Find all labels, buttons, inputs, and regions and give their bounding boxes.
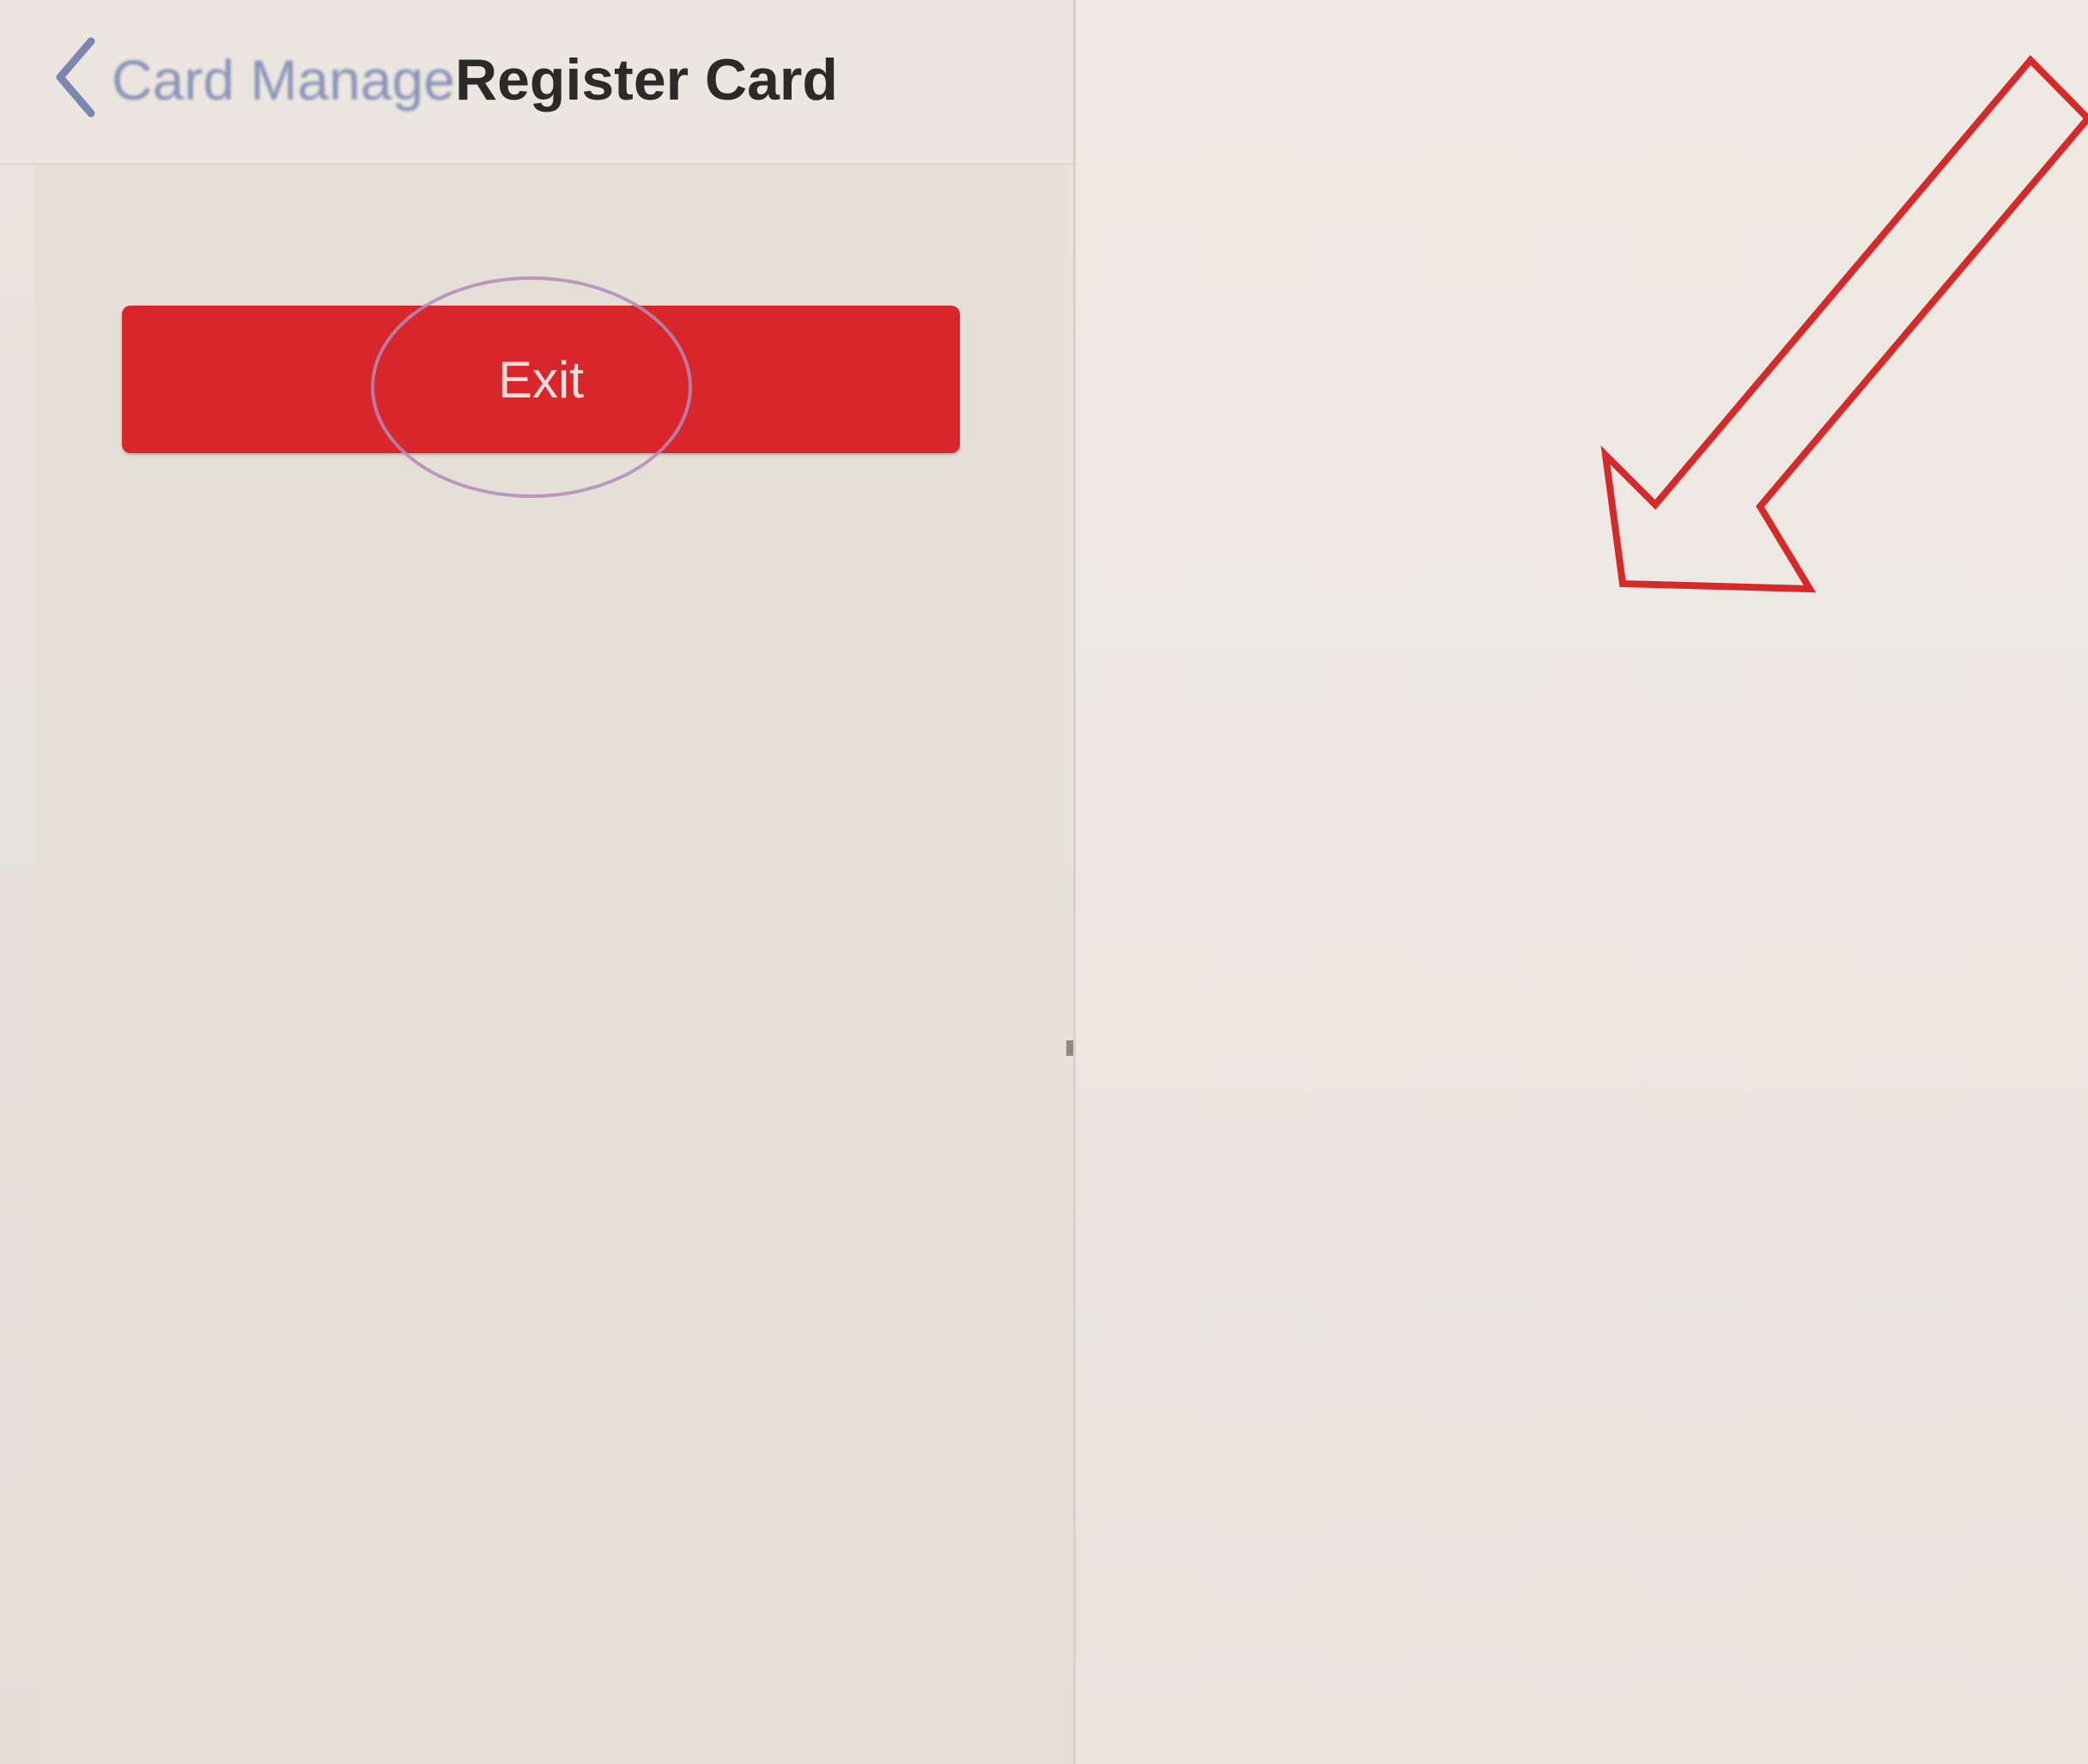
screenshot-page: Card Manage Register Card Exit — [0, 0, 2088, 1764]
chevron-left-icon[interactable] — [50, 34, 101, 120]
page-title: Register Card — [455, 47, 838, 112]
back-button-label[interactable]: Card Manage — [112, 41, 455, 118]
divider-mark — [1066, 1040, 1073, 1056]
exit-button[interactable]: Exit — [122, 306, 960, 453]
navigation-bar: Card Manage Register Card — [0, 0, 1073, 165]
phone-screen: Card Manage Register Card Exit — [0, 0, 1076, 1764]
blank-right-panel — [1076, 0, 2088, 1764]
